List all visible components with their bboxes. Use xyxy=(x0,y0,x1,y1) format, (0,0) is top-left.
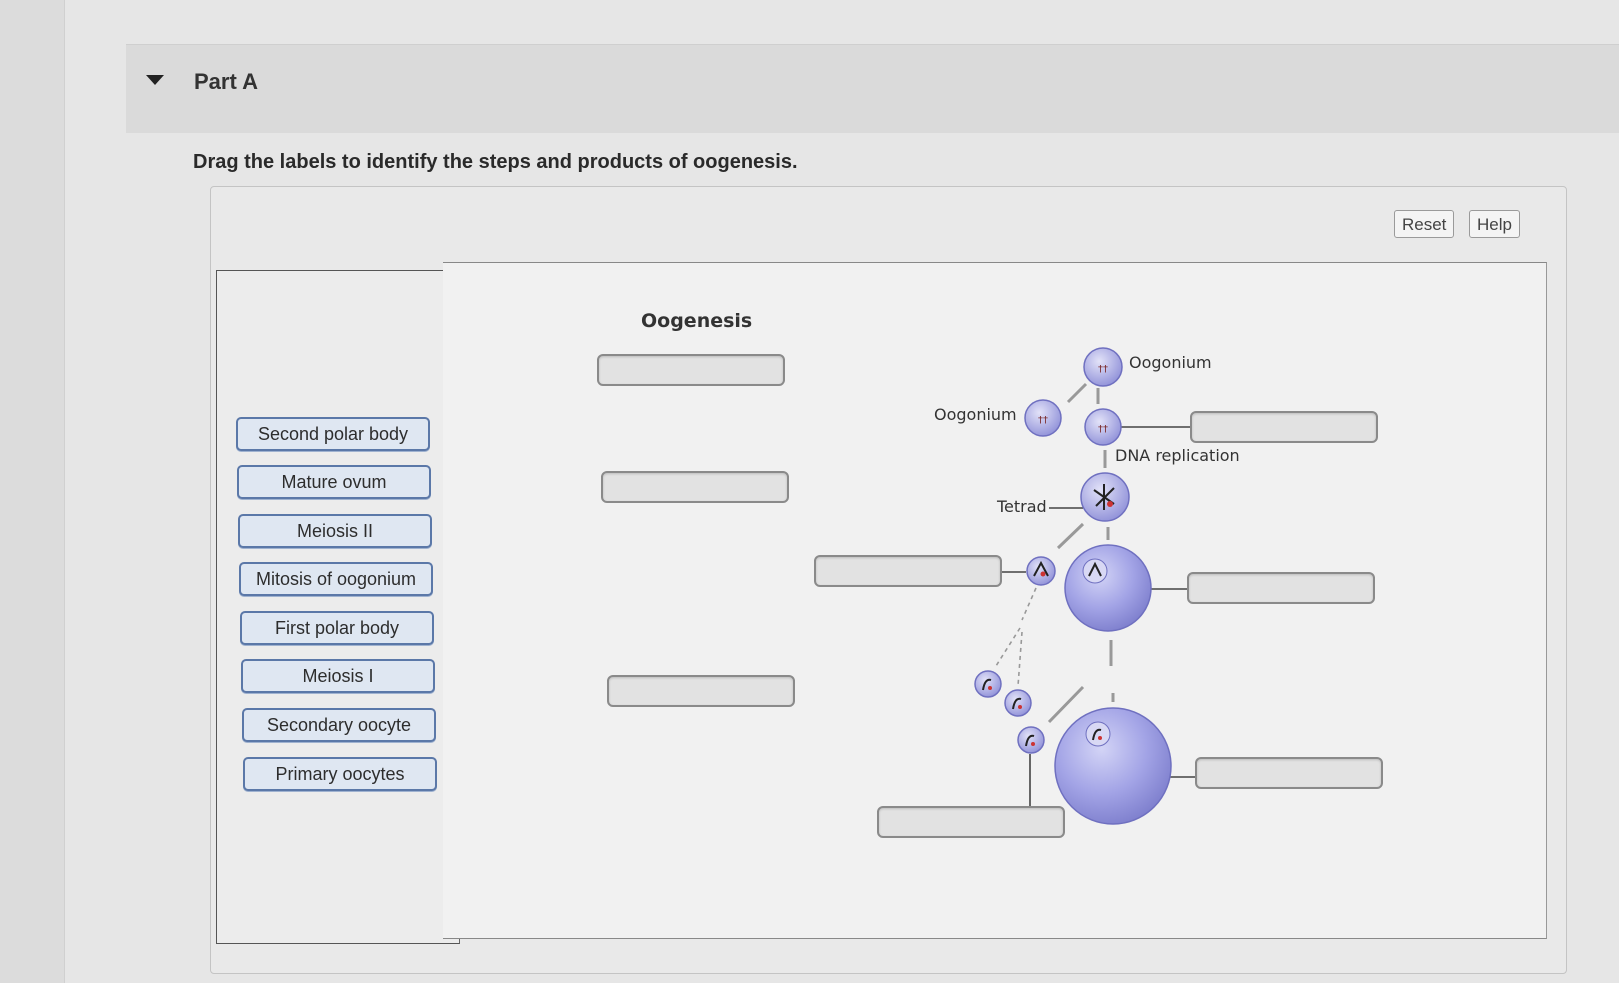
oogenesis-diagram: †† †† †† xyxy=(974,347,1197,825)
diagram-title: Oogenesis xyxy=(641,310,753,332)
arrow-diagonal xyxy=(1066,382,1088,404)
arrow-diagonal xyxy=(1056,522,1085,550)
label-oogonium-top: Oogonium xyxy=(1129,353,1212,372)
drop-target-mature-ovum[interactable] xyxy=(1195,757,1383,789)
label-dna-replication: DNA replication xyxy=(1115,446,1240,465)
drop-target-second-polar-body[interactable] xyxy=(877,806,1065,838)
drop-target-primary-oocyte[interactable] xyxy=(1190,411,1378,443)
dashed-arrow xyxy=(995,627,1021,667)
arrow-diagonal xyxy=(1047,685,1085,724)
svg-text:††: †† xyxy=(1038,415,1048,426)
drop-target-secondary-oocyte[interactable] xyxy=(1187,572,1375,604)
dashed-arrow xyxy=(1021,587,1037,621)
drop-target-step-1[interactable] xyxy=(597,354,785,386)
label-tetrad: Tetrad xyxy=(997,497,1047,516)
mature-ovum-cell xyxy=(1054,707,1172,825)
second-polar-body-cell xyxy=(1017,726,1045,754)
dashed-arrow xyxy=(1017,631,1023,687)
drop-target-step-3[interactable] xyxy=(607,675,795,707)
svg-text:††: †† xyxy=(1098,424,1108,435)
tetrad-centromere-icon xyxy=(1107,501,1113,507)
svg-text:††: †† xyxy=(1098,364,1108,375)
drop-target-step-2[interactable] xyxy=(601,471,789,503)
label-oogonium-left: Oogonium xyxy=(934,405,1017,424)
polar-body-cell xyxy=(1004,689,1032,717)
polar-body-cell xyxy=(974,670,1002,698)
secondary-oocyte-cell xyxy=(1064,544,1152,632)
drop-target-first-polar-body[interactable] xyxy=(814,555,1002,587)
